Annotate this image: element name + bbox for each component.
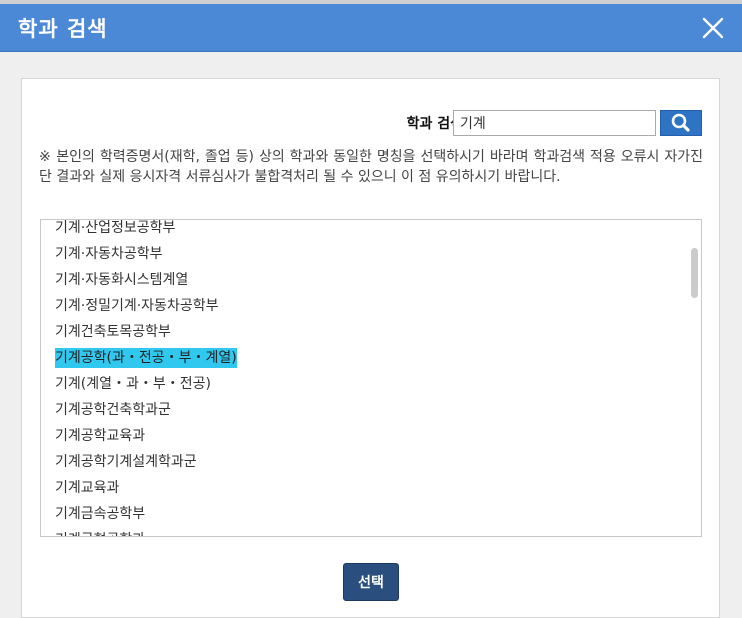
department-name: 기계공학건축학과군 xyxy=(55,402,171,418)
search-icon xyxy=(671,113,690,132)
department-list-item[interactable]: 기계공학(과・전공・부・계열) xyxy=(41,345,681,371)
department-list-item[interactable]: 기계교육과 xyxy=(41,475,681,501)
department-list-item[interactable]: 기계공학기계설계학과군 xyxy=(41,449,681,475)
department-list-items: 기계·산업정보공학부기계·자동차공학부기계·자동화시스템계열기계·정밀기계·자동… xyxy=(41,220,681,536)
department-name: 기계·자동화시스템계열 xyxy=(55,272,189,288)
scrollbar-thumb[interactable] xyxy=(691,248,698,298)
department-list-item[interactable]: 기계금형공학과 xyxy=(41,527,681,536)
department-list-item[interactable]: 기계공학교육과 xyxy=(41,423,681,449)
department-name: 기계·산업정보공학부 xyxy=(55,220,176,236)
department-name: 기계공학교육과 xyxy=(55,428,146,444)
department-list[interactable]: 기계·산업정보공학부기계·자동차공학부기계·자동화시스템계열기계·정밀기계·자동… xyxy=(40,219,702,537)
search-button[interactable] xyxy=(660,110,702,136)
dialog-titlebar: 학과 검색 xyxy=(0,4,742,52)
department-list-item[interactable]: 기계금속공학부 xyxy=(41,501,681,527)
dialog-title: 학과 검색 xyxy=(18,17,108,41)
department-name: 기계금속공학부 xyxy=(55,506,146,522)
department-name: 기계금형공학과 xyxy=(55,530,145,536)
department-list-item[interactable]: 기계(계열・과・부・전공) xyxy=(41,371,681,397)
department-list-item[interactable]: 기계·정밀기계·자동차공학부 xyxy=(41,293,681,319)
search-panel: 학과 검색 ※ 본인의 학력증명서(재학, 졸업 등) 상의 학과와 동일한 명… xyxy=(21,78,720,618)
select-button[interactable]: 선택 xyxy=(343,563,399,601)
department-name: 기계·정밀기계·자동차공학부 xyxy=(55,298,219,314)
department-name: 기계공학(과・전공・부・계열) xyxy=(55,348,237,368)
search-input[interactable] xyxy=(453,110,656,136)
department-list-item[interactable]: 기계공학건축학과군 xyxy=(41,397,681,423)
department-name: 기계(계열・과・부・전공) xyxy=(55,376,211,392)
department-name: 기계공학기계설계학과군 xyxy=(55,454,197,470)
notice-text: ※ 본인의 학력증명서(재학, 졸업 등) 상의 학과와 동일한 명칭을 선택하… xyxy=(39,149,703,185)
department-name: 기계교육과 xyxy=(55,480,120,496)
department-name: 기계·자동차공학부 xyxy=(55,246,163,262)
close-icon[interactable] xyxy=(698,13,728,43)
department-list-item[interactable]: 기계건축토목공학부 xyxy=(41,319,681,345)
department-list-item[interactable]: 기계·산업정보공학부 xyxy=(41,220,681,241)
list-scrollbar[interactable] xyxy=(687,220,701,536)
department-name: 기계건축토목공학부 xyxy=(55,324,171,340)
search-row: 학과 검색 xyxy=(22,109,721,137)
department-list-item[interactable]: 기계·자동화시스템계열 xyxy=(41,267,681,293)
department-list-item[interactable]: 기계·자동차공학부 xyxy=(41,241,681,267)
